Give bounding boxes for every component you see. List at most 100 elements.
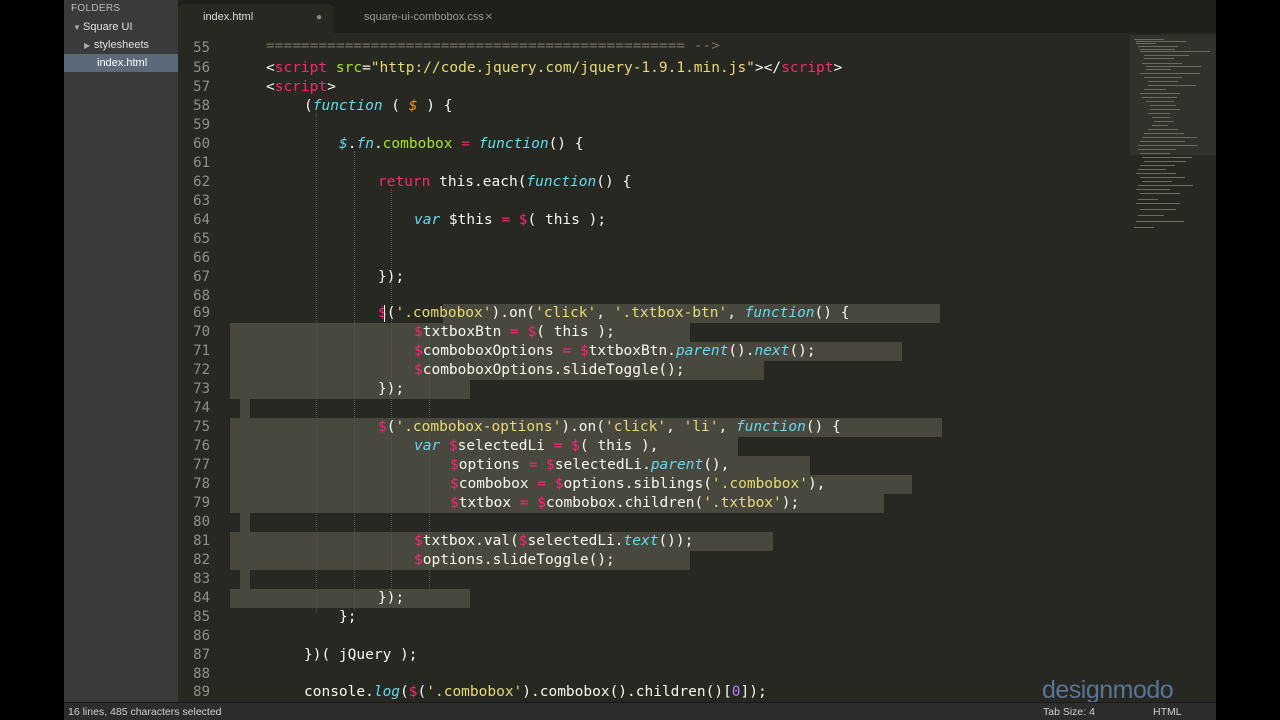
sidebar-header: FOLDERS <box>71 3 121 14</box>
line-number: 64 <box>193 212 210 228</box>
code-line-72: $comboboxOptions.slideToggle(); <box>414 362 685 378</box>
minimap-line <box>1136 189 1170 190</box>
minimap-line <box>1136 41 1186 42</box>
minimap-line <box>1144 55 1189 56</box>
minimap-line <box>1140 165 1175 166</box>
code-line-62: return this.each(function() { <box>378 174 632 190</box>
line-number: 67 <box>193 269 210 285</box>
designmodo-watermark: designmodo <box>1042 676 1174 704</box>
sidebar: FOLDERS ▼ Square UI ▶ stylesheets index.ht… <box>64 0 211 702</box>
code-area[interactable]: ========================================… <box>230 33 1130 702</box>
line-number: 65 <box>193 231 210 247</box>
line-number: 61 <box>193 155 210 171</box>
code-line-76: var $selectedLi = $( this ), <box>414 438 659 454</box>
minimap-line <box>1142 181 1172 182</box>
minimap-line <box>1144 89 1166 90</box>
line-number: 76 <box>193 438 210 454</box>
line-number: 55 <box>193 40 210 56</box>
line-number: 71 <box>193 343 210 359</box>
sidebar-item-label: stylesheets <box>94 39 150 51</box>
line-number: 82 <box>193 552 210 568</box>
tab-square-ui-combobox-css[interactable]: square-ui-combobox.css ✕ <box>339 4 505 33</box>
unsaved-dot-icon[interactable]: ● <box>316 4 322 31</box>
line-number: 56 <box>193 60 210 76</box>
line-number: 59 <box>193 117 210 133</box>
line-number: 72 <box>193 362 210 378</box>
code-line-75: $('.combobox-options').on('click', 'li',… <box>378 419 841 435</box>
expand-arrow-icon[interactable]: ▼ <box>73 19 83 37</box>
minimap-line <box>1148 81 1178 82</box>
minimap-line <box>1146 101 1174 102</box>
minimap-line <box>1148 129 1178 130</box>
code-line-69: $('.combobox').on('click', '.txtbox-btn'… <box>378 305 850 321</box>
minimap-line <box>1146 69 1171 70</box>
tab-bar: index.html ● square-ui-combobox.css ✕ <box>178 0 1216 33</box>
line-number-gutter: 55 56 57 58 59 60 61 62 63 64 65 66 67 68 69 70 71 72 73 74… <box>178 33 230 702</box>
code-line-73: }); <box>378 381 405 397</box>
minimap-line <box>1142 157 1192 158</box>
code-line-56: <script src="http://code.jquery.com/jque… <box>266 60 843 76</box>
code-line-58: (function ( $ ) { <box>304 98 453 114</box>
line-number: 75 <box>193 419 210 435</box>
status-bar: 16 lines, 485 characters selected Tab Si… <box>64 702 1216 720</box>
code-line-85: }; <box>339 609 357 625</box>
line-number: 83 <box>193 571 210 587</box>
minimap-line <box>1148 85 1196 86</box>
line-number: 87 <box>193 647 210 663</box>
minimap-line <box>1146 66 1201 67</box>
minimap-line <box>1150 109 1180 110</box>
code-line-57: <script> <box>266 79 336 95</box>
line-number: 89 <box>193 684 210 700</box>
tab-size-selector[interactable]: Tab Size: 4 <box>1043 703 1095 720</box>
line-number: 86 <box>193 628 210 644</box>
minimap-line <box>1134 227 1154 228</box>
code-line-82: $options.slideToggle(); <box>414 552 615 568</box>
line-number: 58 <box>193 98 210 114</box>
line-number: 80 <box>193 514 210 530</box>
minimap-line <box>1138 149 1176 150</box>
line-number: 74 <box>193 400 210 416</box>
line-number: 77 <box>193 457 210 473</box>
code-line-89: console.log($('.combobox').combobox().ch… <box>304 684 767 700</box>
code-line-81: $txtbox.val($selectedLi.text()); <box>414 533 694 549</box>
code-line-67: }); <box>378 269 405 285</box>
line-number: 70 <box>193 324 210 340</box>
sidebar-item-label: Square UI <box>83 21 133 33</box>
minimap-line <box>1138 145 1198 146</box>
line-number: 84 <box>193 590 210 606</box>
minimap-line <box>1138 199 1158 200</box>
line-number: 60 <box>193 136 210 152</box>
line-number: 85 <box>193 609 210 625</box>
line-number: 62 <box>193 174 210 190</box>
selection-status: 16 lines, 485 characters selected <box>68 706 222 718</box>
selection-highlight <box>240 513 250 532</box>
code-line-78: $combobox = $options.siblings('.combobox… <box>450 476 826 492</box>
code-line-84: }); <box>378 590 405 606</box>
sidebar-item-label: index.html <box>97 57 148 69</box>
minimap-line <box>1138 169 1166 170</box>
code-line-60: $.fn.combobox = function() { <box>339 136 584 152</box>
minimap-line <box>1136 221 1184 222</box>
minimap[interactable] <box>1130 33 1216 702</box>
minimap-line <box>1140 193 1180 194</box>
close-tab-icon[interactable]: ✕ <box>485 4 493 31</box>
indent-guide <box>354 151 355 611</box>
editor-window: FOLDERS ▼ Square UI ▶ stylesheets index.ht… <box>64 0 1216 720</box>
minimap-line <box>1144 133 1184 134</box>
syntax-selector[interactable]: HTML <box>1153 703 1182 720</box>
sidebar-folder-square-ui[interactable]: ▼ Square UI <box>64 18 187 36</box>
text-cursor <box>384 305 385 322</box>
code-line-64: var $this = $( this ); <box>414 212 607 228</box>
indent-guide <box>316 113 317 613</box>
line-number: 66 <box>193 250 210 266</box>
tab-index-html[interactable]: index.html ● <box>178 4 334 33</box>
collapse-arrow-icon[interactable]: ▶ <box>84 37 94 55</box>
minimap-line <box>1144 77 1182 78</box>
selection-highlight <box>240 570 250 589</box>
line-number: 63 <box>193 193 210 209</box>
minimap-line <box>1142 137 1197 138</box>
code-editor[interactable]: 55 56 57 58 59 60 61 62 63 64 65 66 67 68 69 70 71 72 73 74… <box>178 33 1216 702</box>
tab-label: square-ui-combobox.css <box>364 11 484 23</box>
minimap-line <box>1136 43 1156 44</box>
minimap-line <box>1140 141 1185 142</box>
